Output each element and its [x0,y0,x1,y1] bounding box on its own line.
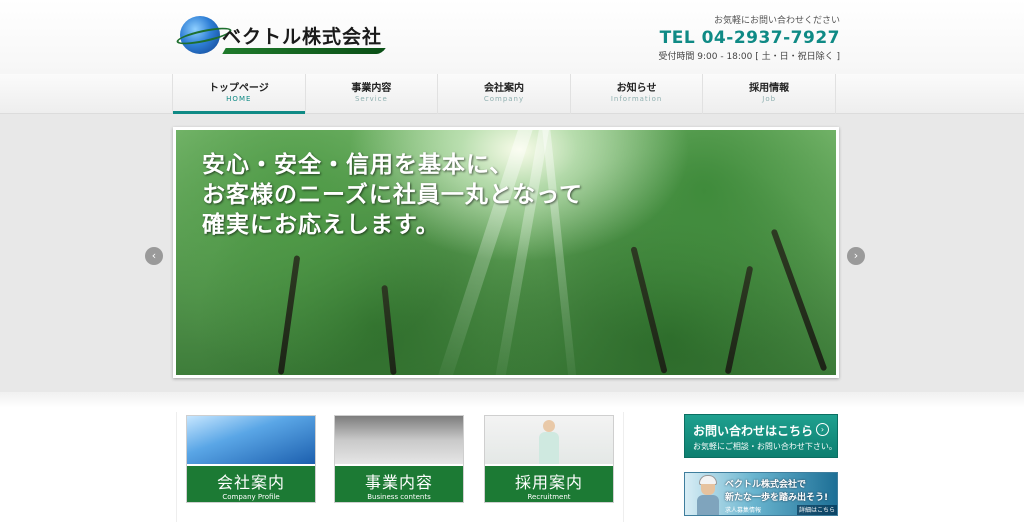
recruit-banner-line2: 新たな一歩を踏み出そう! [725,493,829,503]
recruit-banner-label: 求人募集情報 [725,507,762,514]
tree-trunk [770,228,828,372]
hero-line: 確実にお応えします。 [202,211,440,238]
card-company-profile[interactable]: 会社案内 Company Profile [186,415,316,503]
staff-image [485,416,613,464]
phone-number[interactable]: TEL 04-2937-7927 [658,28,840,48]
site-header: ベクトル株式会社 お気軽にお問い合わせください TEL 04-2937-7927… [0,0,1024,74]
tree-trunk [630,246,668,374]
card-subtitle: Business contents [367,493,431,501]
hero-line: お客様のニーズに社員一丸となって [202,181,584,208]
card-title: 会社案内 [216,473,285,492]
card-label: 事業内容 Business contents [335,464,463,502]
worker-icon [697,475,719,515]
card-subtitle: Recruitment [527,493,571,501]
nav-sublabel: Service [354,95,388,103]
building-image [187,416,315,464]
card-subtitle: Company Profile [222,493,280,501]
nav-item-company[interactable]: 会社案内 Company [438,74,571,114]
card-business-contents[interactable]: 事業内容 Business contents [334,415,464,503]
nav-item-service[interactable]: 事業内容 Service [306,74,439,114]
nav-label: 採用情報 [749,83,790,94]
chevron-right-icon: › [816,423,829,436]
contact-banner-sub: お気軽にご相談・お問い合わせ下さい。 [693,442,837,451]
nav-sublabel: HOME [226,95,252,103]
card-label: 採用案内 Recruitment [485,464,613,502]
card-recruitment[interactable]: 採用案内 Recruitment [484,415,614,503]
construction-image [335,416,463,464]
hero-catchphrase: 安心・安全・信用を基本に、 お客様のニーズに社員一丸となって 確実にお応えします… [202,150,583,240]
nav-item-home[interactable]: トップページ HOME [172,74,306,114]
nav-label: 事業内容 [351,83,392,94]
contact-note: お気軽にお問い合わせください [713,16,840,26]
hero-line: 安心・安全・信用を基本に、 [202,151,514,178]
nav-sublabel: Information [610,95,663,103]
nav-label: 会社案内 [483,83,524,94]
card-title: 採用案内 [514,473,583,492]
global-nav: トップページ HOME 事業内容 Service 会社案内 Company お知… [0,74,1024,114]
nav-sublabel: Company [483,95,525,103]
contact-banner[interactable]: お問い合わせはこちら › お気軽にご相談・お問い合わせ下さい。 [684,414,838,458]
business-hours: 受付時間 9:00 - 18:00 [ 土・日・祝日除く ] [658,52,840,62]
company-logo[interactable]: ベクトル株式会社 [175,12,386,58]
nav-label: トップページ [208,83,269,94]
hero-slide: 安心・安全・信用を基本に、 お客様のニーズに社員一丸となって 確実にお応えします… [173,127,839,378]
tree-trunk [381,284,397,375]
tree-trunk [724,265,754,375]
company-name: ベクトル株式会社 [222,26,383,48]
contact-info: お気軽にお問い合わせください TEL 04-2937-7927 受付時間 9:0… [658,13,840,62]
logo-swoosh [222,48,386,54]
tree-trunk [277,255,301,375]
nav-label: お知らせ [616,83,657,94]
band-divider [0,392,1024,408]
recruit-banner[interactable]: ベクトル株式会社で 新たな一歩を踏み出そう! 求人募集情報 詳細はこちら>> [684,472,838,516]
contact-banner-title: お問い合わせはこちら [693,424,814,438]
recruit-banner-more-link[interactable]: 詳細はこちら>> [797,505,837,515]
card-title: 事業内容 [364,473,433,492]
person-icon [537,420,561,464]
slider-next-icon[interactable]: › [847,247,865,265]
nav-item-job[interactable]: 採用情報 Job [703,74,836,114]
recruit-banner-line1: ベクトル株式会社で [725,480,807,490]
feature-cards: 会社案内 Company Profile 事業内容 Business conte… [176,412,624,522]
slider-prev-icon[interactable]: ‹ [145,247,163,265]
card-label: 会社案内 Company Profile [187,464,315,502]
nav-sublabel: Job [762,95,777,103]
nav-item-information[interactable]: お知らせ Information [571,74,704,114]
